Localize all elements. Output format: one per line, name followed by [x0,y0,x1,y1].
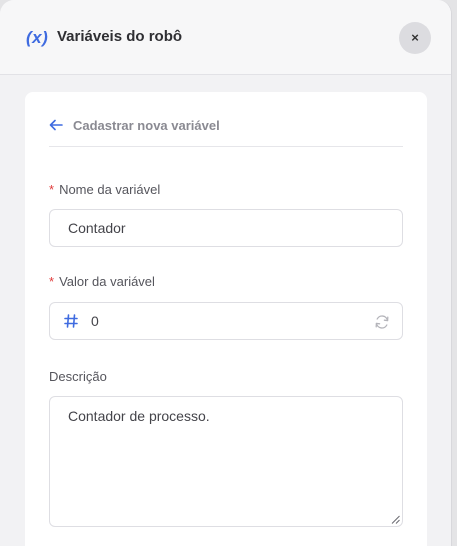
panel-header: (x) Variáveis do robô × [0,0,451,75]
panel-title: Variáveis do robô [57,28,183,45]
form-card: Cadastrar nova variável * Nome da variáve… [25,92,427,546]
description-textarea[interactable]: Contador de processo. [49,396,403,527]
required-mark: * [49,182,55,197]
name-field-label: * Nome da variável [49,182,160,197]
form-title: Cadastrar nova variável [73,118,220,133]
description-field-label: Descrição [49,369,107,384]
close-button[interactable]: × [399,22,431,54]
variable-name-value: Contador [68,220,126,236]
close-icon: × [411,30,419,45]
variables-panel: (x) Variáveis do robô × Cadastrar nova v… [0,0,452,546]
required-mark: * [49,274,55,289]
value-field-label: * Valor da variável [49,274,155,289]
name-label-text: Nome da variável [59,182,161,197]
value-label-text: Valor da variável [59,274,155,289]
variable-value: 0 [91,313,99,329]
form-header: Cadastrar nova variável [49,116,403,147]
variable-value-input[interactable]: 0 [49,302,403,340]
variable-icon: (x) [26,28,49,47]
description-value: Contador de processo. [68,408,210,424]
variable-name-input[interactable]: Contador [49,209,403,247]
hash-icon [64,314,78,328]
description-label-text: Descrição [49,369,107,384]
arrow-left-icon[interactable] [49,118,63,132]
resize-handle-icon[interactable] [391,515,400,524]
refresh-icon[interactable] [374,314,390,330]
